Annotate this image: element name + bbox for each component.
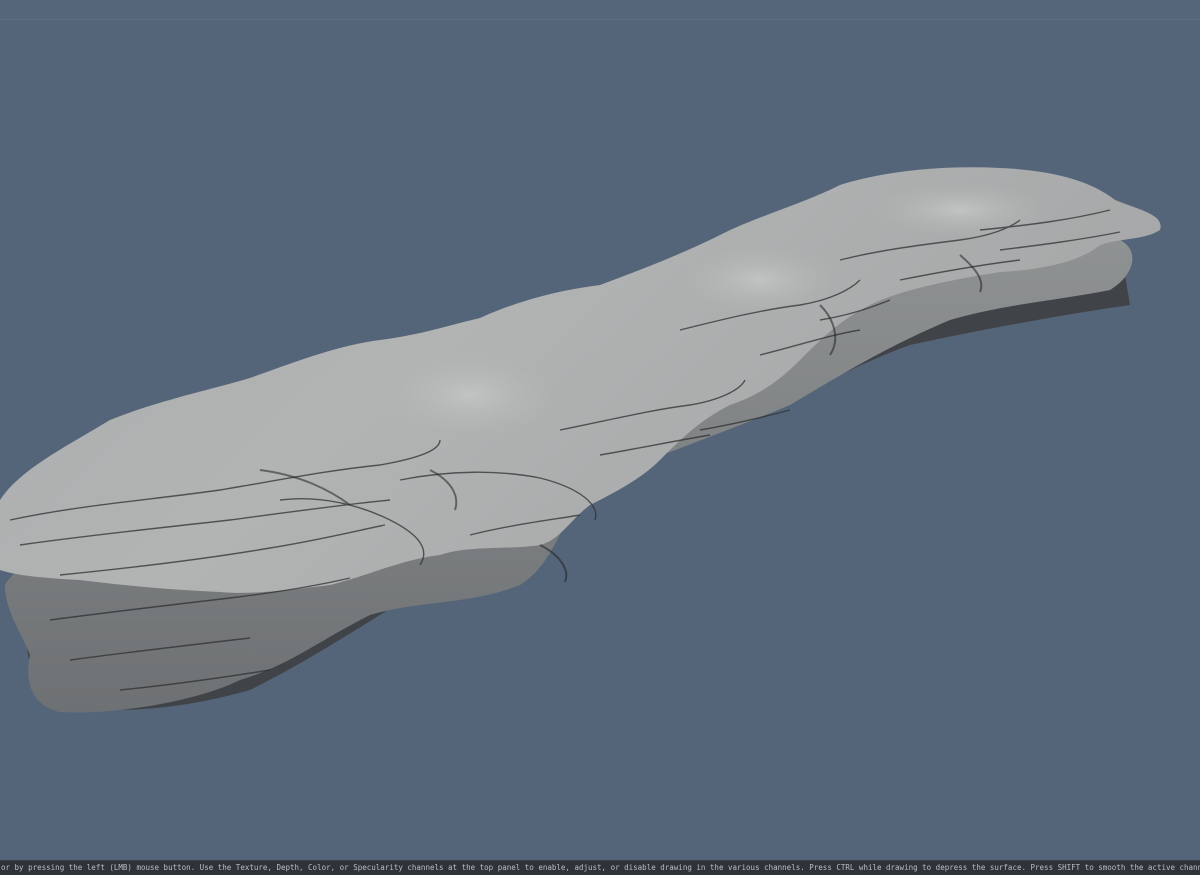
3d-viewport[interactable]	[0, 20, 1200, 860]
surface-highlight	[680, 245, 840, 315]
status-bar: or by pressing the left (LMB) mouse butt…	[0, 860, 1200, 875]
surface-highlight	[870, 182, 1050, 238]
status-bar-help-text: or by pressing the left (LMB) mouse butt…	[1, 863, 1200, 872]
sculpt-app-window: or by pressing the left (LMB) mouse butt…	[0, 0, 1200, 875]
surface-highlight	[380, 350, 560, 440]
sculpt-model-render[interactable]	[0, 0, 1200, 875]
